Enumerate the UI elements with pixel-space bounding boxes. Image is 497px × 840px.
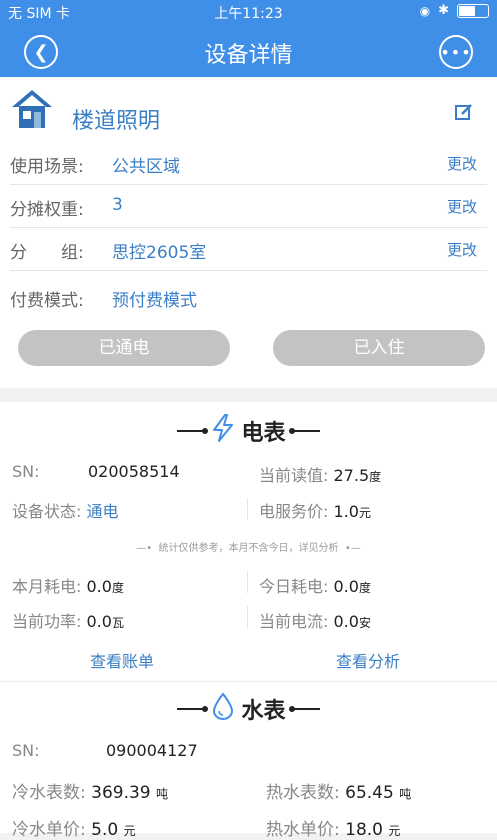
cold-unit: 吨 bbox=[156, 787, 169, 801]
fee-unit: 元 bbox=[358, 506, 371, 520]
row-scene: 使用场景: 公共区域 更改 bbox=[10, 142, 487, 185]
cold-label: 冷水表数: bbox=[12, 783, 86, 803]
reading-value: 27.5 bbox=[333, 466, 370, 485]
water-drop-icon bbox=[211, 692, 235, 726]
cold-value: 369.39 bbox=[91, 783, 151, 803]
water-sn: SN: 090004127 bbox=[12, 741, 198, 760]
payment-label: 付费模式: bbox=[10, 291, 84, 311]
hot-price-value: 18.0 bbox=[345, 820, 383, 840]
divider-right bbox=[288, 706, 320, 712]
hot-price-unit: 元 bbox=[388, 824, 401, 838]
battery-icon bbox=[457, 3, 489, 18]
group-value: 思控2605室 bbox=[112, 243, 207, 263]
device-name: 楼道照明 bbox=[72, 109, 161, 134]
fee-label: 电服务价: bbox=[259, 502, 329, 521]
today-unit: 度 bbox=[358, 581, 371, 595]
hot-water-reading: 热水表数: 65.45 吨 bbox=[266, 778, 411, 803]
view-analysis-link[interactable]: 查看分析 bbox=[336, 648, 400, 672]
sn-label: SN: bbox=[12, 462, 40, 481]
column-divider bbox=[247, 498, 248, 520]
power-value: 0.0 bbox=[86, 612, 112, 631]
reading-unit: 度 bbox=[369, 470, 382, 484]
bluetooth-icon: ✱ bbox=[438, 3, 449, 18]
hot-price-label: 热水单价: bbox=[266, 820, 340, 840]
electric-sn: SN: 020058514 bbox=[12, 462, 180, 481]
electric-meter-title: 电表 bbox=[241, 421, 286, 446]
more-dots-icon: ••• bbox=[440, 42, 472, 62]
today-usage: 今日耗电: 0.0度 bbox=[259, 573, 371, 597]
power-label: 当前功率: bbox=[12, 612, 82, 631]
hot-water-price: 热水单价: 18.0 元 bbox=[266, 815, 400, 840]
stats-note-text: 统计仅供参考，本月不含今日，详见分析 bbox=[158, 543, 339, 554]
cold-water-price: 冷水单价: 5.0 元 bbox=[12, 815, 136, 840]
state-label: 设备状态: bbox=[12, 502, 82, 521]
current-label: 当前电流: bbox=[259, 612, 329, 631]
edit-icon[interactable] bbox=[455, 103, 473, 125]
row-group: 分 组: 思控2605室 更改 bbox=[10, 228, 487, 271]
current-value: 0.0 bbox=[333, 612, 359, 631]
fee-value: 1.0 bbox=[333, 502, 359, 521]
water-meter-header: 水表 bbox=[0, 692, 497, 726]
checked-in-button[interactable]: 已入住 bbox=[273, 330, 485, 366]
status-bar: 无 SIM 卡 上午11:23 ◉ ✱ bbox=[0, 0, 497, 24]
hot-unit: 吨 bbox=[399, 787, 412, 801]
hot-value: 65.45 bbox=[345, 783, 394, 803]
month-label: 本月耗电: bbox=[12, 577, 82, 596]
row-weight: 分摊权重: 3 更改 bbox=[10, 185, 487, 228]
state-value: 通电 bbox=[86, 502, 119, 521]
sn-value: 020058514 bbox=[88, 462, 180, 481]
current-unit: 安 bbox=[358, 616, 371, 630]
scene-change-link[interactable]: 更改 bbox=[447, 153, 477, 174]
stats-note: —• 统计仅供参考，本月不含今日，详见分析 •— bbox=[136, 543, 361, 554]
page-title: 设备详情 bbox=[204, 43, 293, 68]
cold-water-reading: 冷水表数: 369.39 吨 bbox=[12, 778, 168, 803]
scene-value: 公共区域 bbox=[112, 157, 180, 177]
lightning-icon bbox=[211, 414, 235, 448]
power-unit: 瓦 bbox=[111, 616, 124, 630]
weight-value: 3 bbox=[112, 195, 123, 215]
weight-label: 分摊权重: bbox=[10, 200, 84, 220]
device-state: 设备状态: 通电 bbox=[12, 498, 119, 522]
power-on-button[interactable]: 已通电 bbox=[18, 330, 230, 366]
group-change-link[interactable]: 更改 bbox=[447, 239, 477, 260]
payment-value: 预付费模式 bbox=[112, 291, 197, 311]
sn-value: 090004127 bbox=[106, 741, 198, 760]
cold-price-label: 冷水单价: bbox=[12, 820, 86, 840]
more-button[interactable]: ••• bbox=[439, 35, 473, 69]
divider-left bbox=[177, 428, 209, 434]
cold-price-unit: 元 bbox=[123, 824, 136, 838]
sn-label: SN: bbox=[12, 741, 40, 760]
row-payment: 付费模式: 预付费模式 bbox=[10, 276, 487, 318]
group-label: 分 组: bbox=[10, 243, 84, 263]
scene-label: 使用场景: bbox=[10, 157, 84, 177]
section-divider bbox=[0, 681, 497, 682]
column-divider bbox=[247, 606, 248, 628]
water-meter-title: 水表 bbox=[241, 699, 286, 724]
reading-label: 当前读值: bbox=[259, 466, 329, 485]
column-divider bbox=[247, 571, 248, 593]
view-bill-link[interactable]: 查看账单 bbox=[90, 648, 154, 672]
month-unit: 度 bbox=[111, 581, 124, 595]
weight-change-link[interactable]: 更改 bbox=[447, 196, 477, 217]
divider-left bbox=[177, 706, 209, 712]
today-label: 今日耗电: bbox=[259, 577, 329, 596]
nav-bar: ❮ 设备详情 ••• bbox=[0, 24, 497, 77]
current-power: 当前功率: 0.0瓦 bbox=[12, 608, 124, 632]
current-reading: 当前读值: 27.5度 bbox=[259, 462, 381, 486]
cold-price-value: 5.0 bbox=[91, 820, 119, 840]
electric-meter-header: 电表 bbox=[0, 414, 497, 448]
service-fee: 电服务价: 1.0元 bbox=[259, 498, 371, 522]
month-usage: 本月耗电: 0.0度 bbox=[12, 573, 124, 597]
divider-right bbox=[288, 428, 320, 434]
hot-label: 热水表数: bbox=[266, 783, 340, 803]
lock-rotation-icon: ◉ bbox=[419, 3, 431, 18]
house-icon bbox=[10, 87, 54, 135]
current-amps: 当前电流: 0.0安 bbox=[259, 608, 371, 632]
today-value: 0.0 bbox=[333, 577, 359, 596]
month-value: 0.0 bbox=[86, 577, 112, 596]
